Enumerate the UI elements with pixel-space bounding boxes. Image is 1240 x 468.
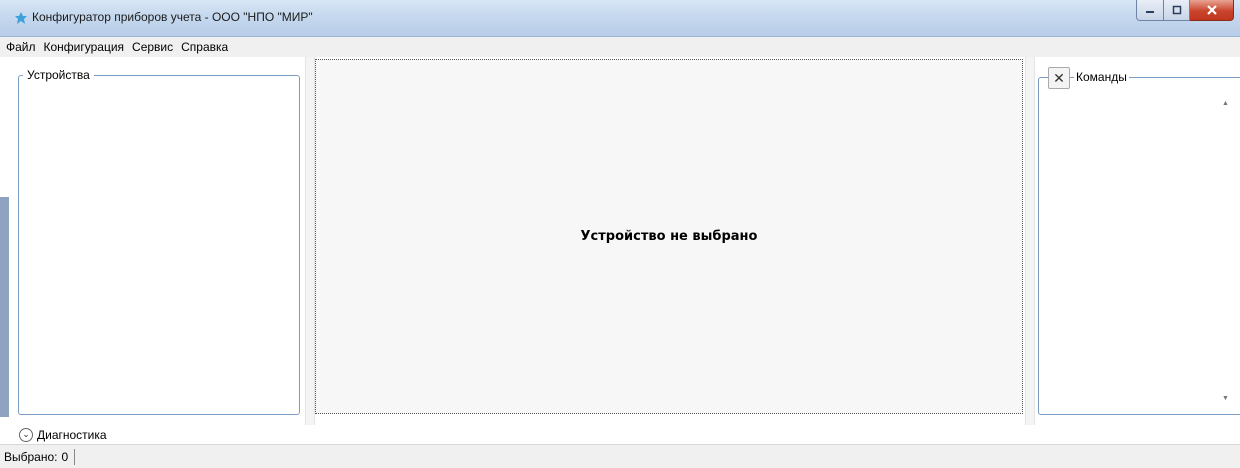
menu-help[interactable]: Справка: [177, 40, 232, 54]
app-icon: [15, 12, 27, 24]
selected-count-value: 0: [61, 449, 69, 464]
title-bar[interactable]: Конфигуратор приборов учета - ООО "НПО "…: [0, 0, 1240, 37]
left-edge-stripe: [0, 197, 9, 417]
status-separator: [74, 448, 76, 465]
device-view-panel: Устройство не выбрано: [315, 59, 1023, 414]
no-device-message: Устройство не выбрано: [580, 229, 758, 244]
maximize-button[interactable]: [1164, 0, 1190, 21]
scroll-down-arrow-icon[interactable]: ▼: [1222, 395, 1229, 402]
close-icon: [1206, 5, 1217, 15]
devices-panel-title: Устройства: [23, 68, 94, 82]
menu-file[interactable]: Файл: [2, 40, 40, 54]
left-splitter[interactable]: [305, 57, 315, 425]
commands-panel-title: Команды: [1074, 70, 1129, 84]
minimize-button[interactable]: [1136, 0, 1164, 21]
diagnostics-expander[interactable]: ⌄ Диагностика: [0, 425, 1240, 444]
selected-count-label: Выбрано:: [4, 449, 58, 464]
diagnostics-label: Диагностика: [37, 427, 107, 442]
scroll-up-arrow-icon[interactable]: ▲: [1222, 100, 1229, 107]
menu-service[interactable]: Сервис: [128, 40, 177, 54]
close-button[interactable]: [1190, 0, 1234, 21]
chevron-down-icon[interactable]: ⌄: [19, 427, 33, 442]
right-splitter[interactable]: [1025, 57, 1035, 425]
minimize-icon: [1146, 11, 1154, 13]
main-content: Устройства Устройство не выбрано ✕ Коман…: [0, 57, 1240, 425]
window-controls: [1136, 0, 1234, 22]
devices-panel[interactable]: Устройства: [18, 68, 300, 415]
status-bar: Выбрано: 0: [0, 444, 1240, 468]
window-title: Конфигуратор приборов учета - ООО "НПО "…: [32, 10, 313, 24]
menu-configuration[interactable]: Конфигурация: [40, 40, 129, 54]
maximize-icon: [1172, 5, 1181, 15]
commands-panel[interactable]: [1038, 77, 1240, 415]
close-icon: ✕: [1053, 69, 1065, 86]
menu-bar: Файл Конфигурация Сервис Справка: [0, 37, 1240, 57]
commands-close-button[interactable]: ✕: [1048, 67, 1070, 89]
